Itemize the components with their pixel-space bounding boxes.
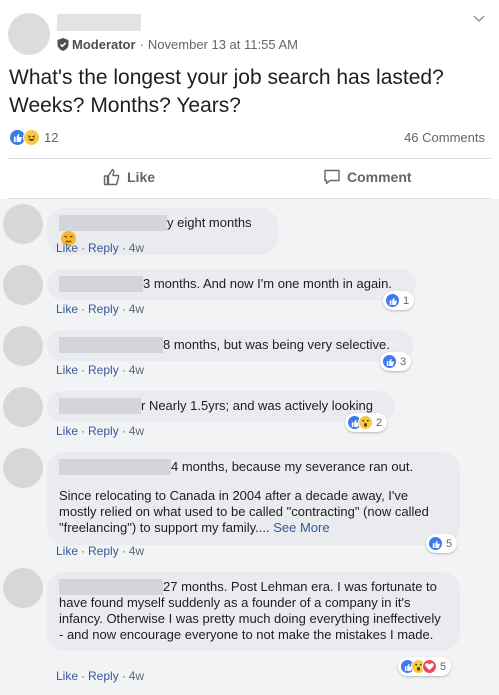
wow-icon: [358, 415, 373, 430]
post-text-line-1: What's the longest your job search has l…: [9, 66, 444, 89]
comment-reply-link[interactable]: Reply: [88, 424, 119, 438]
commenter-avatar[interactable]: [3, 326, 43, 366]
comment-button[interactable]: Comment: [323, 168, 412, 186]
comment-reaction-badge[interactable]: 2: [345, 413, 388, 432]
comment-like-link[interactable]: Like: [56, 669, 78, 683]
chevron-down-icon[interactable]: [473, 12, 485, 24]
comment-time[interactable]: 4w: [129, 669, 144, 683]
comment-reply-link[interactable]: Reply: [88, 241, 119, 255]
comment-like-link[interactable]: Like: [56, 544, 78, 558]
comment-text: 8 months, but was being very selective.: [163, 337, 390, 352]
comment-reaction-count: 5: [440, 660, 447, 673]
like-icon: [428, 536, 443, 551]
comment-time[interactable]: 4w: [129, 363, 144, 377]
reaction-count: 12: [44, 130, 59, 145]
like-button[interactable]: Like: [103, 168, 155, 186]
comment-reaction-badge[interactable]: 5: [398, 657, 452, 676]
like-button-label: Like: [127, 169, 156, 185]
post-timestamp[interactable]: November 13 at 11:55 AM: [148, 37, 298, 52]
commenter-avatar[interactable]: [3, 204, 43, 244]
comment-actions: Like · Reply · 4w: [56, 669, 145, 683]
author-avatar[interactable]: [8, 13, 50, 55]
comment-text: 4 months, because my severance ran out.: [171, 459, 414, 474]
comment-bubble: 8 months, but was being very selective.: [47, 330, 414, 361]
comment-time[interactable]: 4w: [129, 302, 144, 316]
comment-bubble: 27 months. Post Lehman era. I was fortun…: [47, 572, 460, 651]
like-icon: [385, 293, 400, 308]
commenter-name-redacted[interactable]: [59, 459, 171, 475]
comment-actions: Like · Reply · 4w: [56, 424, 145, 438]
post-text-line-2: Weeks? Months? Years?: [9, 94, 241, 117]
comment-reaction-badge[interactable]: 5: [426, 534, 458, 553]
comment-text: y eight months: [167, 215, 252, 230]
comment-time[interactable]: 4w: [129, 424, 144, 438]
comment-bubble: 3 months. And now I'm one month in again…: [47, 269, 416, 300]
post-text: What's the longest your job search has l…: [9, 64, 489, 120]
comment-reaction-count: 3: [400, 355, 407, 368]
commenter-avatar[interactable]: [3, 387, 43, 427]
comment-like-link[interactable]: Like: [56, 424, 78, 438]
comment-reaction-badge[interactable]: 1: [383, 291, 415, 310]
see-more-link[interactable]: See More: [273, 520, 329, 535]
moderator-shield-icon: [57, 38, 69, 51]
comment-actions: Like · Reply · 4w: [56, 544, 145, 558]
comment-time[interactable]: 4w: [129, 241, 144, 255]
post-meta: Moderator · November 13 at 11:55 AM: [57, 37, 298, 52]
comment-time[interactable]: 4w: [129, 544, 144, 558]
author-name-redacted[interactable]: [57, 14, 141, 31]
comments-section: y eight months Like · Reply · 4w 3 months. A…: [0, 199, 499, 695]
comment-bubble: 4 months, because my severance ran out. …: [47, 452, 460, 545]
meta-separator: ·: [139, 37, 144, 52]
comment-text: r Nearly 1.5yrs; and was actively lookin…: [141, 398, 373, 413]
comment-button-label: Comment: [347, 169, 412, 185]
comment-text: 3 months. And now I'm one month in again…: [143, 276, 392, 291]
commenter-avatar[interactable]: [3, 568, 43, 608]
thumbs-up-icon: [103, 168, 120, 186]
comment-actions: Like · Reply · 4w: [56, 241, 145, 255]
comment-text-body: Since relocating to Canada in 2004 after…: [59, 488, 429, 535]
commenter-name-redacted[interactable]: [59, 215, 167, 231]
comment-bubble-icon: [324, 169, 340, 185]
comment-reaction-badge[interactable]: 3: [380, 352, 412, 371]
comment-like-link[interactable]: Like: [56, 363, 78, 377]
comment-actions: Like · Reply · 4w: [56, 302, 145, 316]
commenter-name-redacted[interactable]: [59, 276, 143, 292]
moderator-role: Moderator: [72, 37, 136, 52]
commenter-avatar[interactable]: [3, 265, 43, 305]
comment-reaction-count: 1: [403, 294, 410, 307]
comment-reply-link[interactable]: Reply: [88, 363, 119, 377]
love-icon: [422, 659, 437, 674]
post-header: Moderator · November 13 at 11:55 AM: [0, 0, 499, 70]
post-action-bar: Like Comment: [0, 159, 499, 199]
comment-reply-link[interactable]: Reply: [88, 302, 119, 316]
commenter-avatar[interactable]: [3, 448, 43, 488]
like-icon: [382, 354, 397, 369]
comment-actions: Like · Reply · 4w: [56, 363, 145, 377]
comment-like-link[interactable]: Like: [56, 302, 78, 316]
comment-bubble: r Nearly 1.5yrs; and was actively lookin…: [47, 391, 395, 422]
comment-reply-link[interactable]: Reply: [88, 544, 119, 558]
commenter-name-redacted[interactable]: [59, 398, 141, 414]
commenter-name-redacted[interactable]: [59, 579, 163, 595]
haha-icon: [23, 129, 40, 146]
comment-reaction-count: 2: [376, 416, 383, 429]
comment-reply-link[interactable]: Reply: [88, 669, 119, 683]
comment-like-link[interactable]: Like: [56, 241, 78, 255]
comment-reaction-count: 5: [446, 537, 453, 550]
comments-count-link[interactable]: 46 Comments: [404, 130, 485, 145]
commenter-name-redacted[interactable]: [59, 337, 163, 353]
post-reactions[interactable]: 12: [9, 129, 58, 146]
